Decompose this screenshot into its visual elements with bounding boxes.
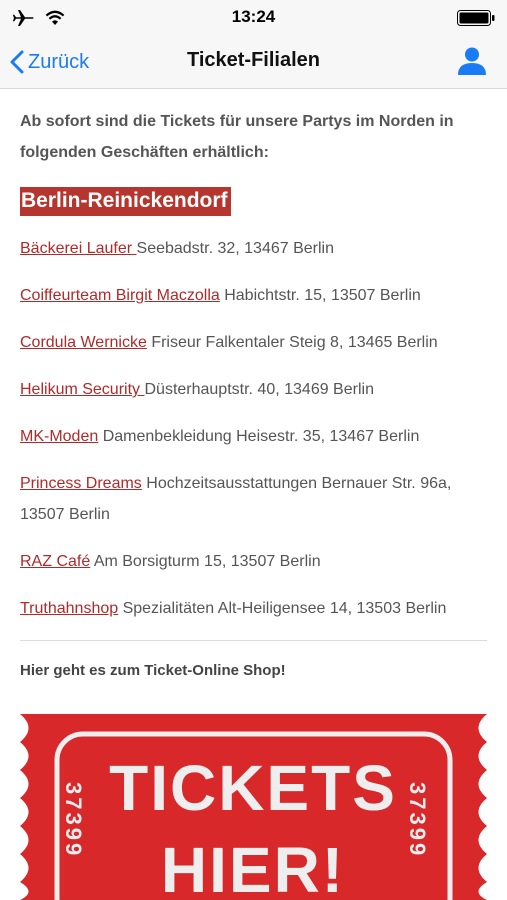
user-icon[interactable] [457, 46, 487, 76]
shop-address: Friseur Falkentaler Steig 8, 13465 Berli… [146, 334, 438, 351]
ticket-number-right: 37399 [405, 782, 430, 858]
shop-link[interactable]: Helikum Security [20, 381, 144, 398]
list-item: Princess Dreams Hochzeitsausstattungen B… [20, 468, 487, 530]
shop-address: Seebadstr. 32, 13467 Berlin [136, 240, 334, 257]
ticket-number-left: 37399 [61, 782, 86, 858]
district-heading: Berlin-Reinickendorf [20, 187, 231, 216]
shop-link[interactable]: MK-Moden [20, 428, 98, 445]
list-item: Helikum Security Düsterhauptstr. 40, 134… [20, 374, 487, 405]
list-item: Cordula Wernicke Friseur Falkentaler Ste… [20, 327, 487, 358]
chevron-left-icon [10, 50, 24, 74]
list-item: Bäckerei Laufer Seebadstr. 32, 13467 Ber… [20, 233, 487, 264]
list-item: MK-Moden Damenbekleidung Heisestr. 35, 1… [20, 421, 487, 452]
navigation-bar: Zurück Ticket-Filialen [0, 36, 507, 89]
status-time: 13:24 [231, 7, 276, 26]
shop-link[interactable]: Cordula Wernicke [20, 334, 147, 351]
tickets-banner[interactable]: TICKETS HIER! 37399 37399 [0, 714, 507, 900]
content-area: Ab sofort sind die Tickets für unsere Pa… [20, 88, 487, 681]
ticket-line-2: HIER! [161, 834, 345, 900]
shop-link[interactable]: Princess Dreams [20, 475, 142, 492]
battery-icon [457, 10, 495, 26]
shop-link[interactable]: Coiffeurteam Birgit Maczolla [20, 287, 220, 304]
shop-link[interactable]: Bäckerei Laufer [20, 240, 137, 257]
shop-address: Spezialitäten Alt-Heiligensee 14, 13503 … [118, 600, 447, 617]
list-item: RAZ Café Am Borsigturm 15, 13507 Berlin [20, 546, 487, 577]
list-item: Truthahnshop Spezialitäten Alt-Heiligens… [20, 593, 487, 624]
shop-address: Damenbekleidung Heisestr. 35, 13467 Berl… [98, 428, 420, 445]
shop-address: Düsterhauptstr. 40, 13469 Berlin [144, 381, 374, 398]
status-bar: 13:24 [0, 0, 507, 36]
shop-address: Habichtstr. 15, 13507 Berlin [219, 287, 421, 304]
shop-address: Am Borsigturm 15, 13507 Berlin [90, 553, 321, 570]
back-button[interactable]: Zurück [10, 48, 89, 76]
shop-link[interactable]: RAZ Café [20, 553, 90, 570]
intro-text: Ab sofort sind die Tickets für unsere Pa… [20, 113, 454, 161]
divider [20, 640, 487, 641]
back-button-label: Zurück [28, 50, 90, 73]
ticket-line-1: TICKETS [109, 752, 397, 824]
online-shop-label: Hier geht es zum Ticket-Online Shop! [20, 662, 286, 679]
shop-link[interactable]: Truthahnshop [20, 600, 118, 617]
list-item: Coiffeurteam Birgit Maczolla Habichtstr.… [20, 280, 487, 311]
